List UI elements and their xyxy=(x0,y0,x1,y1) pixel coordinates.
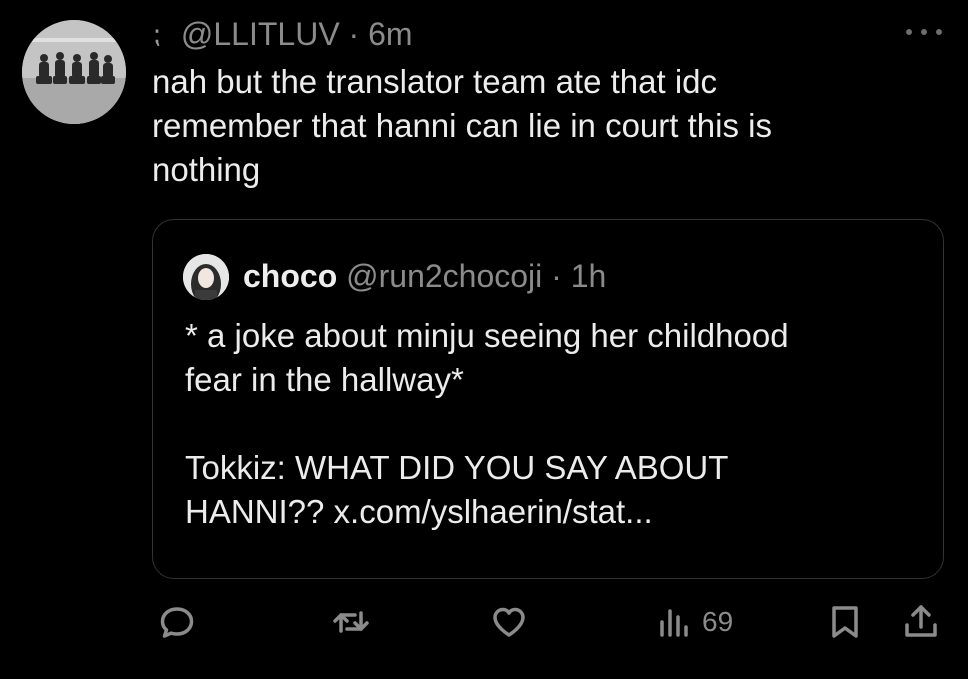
views-icon xyxy=(660,609,688,637)
views-count: 69 xyxy=(702,606,734,637)
quote-avatar-photo xyxy=(183,254,229,300)
quote-text-line: * a joke about minju seeing her childhoo… xyxy=(185,317,789,354)
tweet-text-line: nothing xyxy=(152,151,261,188)
author-handle[interactable]: @LLITLUV xyxy=(181,16,340,52)
quote-author-name[interactable]: choco xyxy=(243,258,337,294)
quote-text: * a joke about minju seeing her childhoo… xyxy=(185,314,925,534)
quote-meta-separator: · xyxy=(551,258,562,294)
retweet-icon xyxy=(333,611,369,633)
tweet-text-line: remember that hanni can lie in court thi… xyxy=(152,107,772,144)
views-button[interactable]: 69 xyxy=(656,600,733,644)
tweet-time[interactable]: 6m xyxy=(368,16,412,52)
quote-text-line[interactable]: HANNI?? x.com/yslhaerin/stat... xyxy=(185,490,925,534)
tweet[interactable]: ⁏ @LLITLUV · 6m nah but the translator t… xyxy=(0,0,968,679)
heart-icon xyxy=(493,607,525,637)
like-button[interactable] xyxy=(487,600,531,644)
avatar-group-photo xyxy=(22,20,126,124)
avatar[interactable] xyxy=(22,20,126,124)
verified-decoration-icon: ⁏ xyxy=(152,19,161,49)
reply-button[interactable] xyxy=(155,600,199,644)
tweet-text-line: nah but the translator team ate that idc xyxy=(152,63,718,100)
tweet-text: nah but the translator team ate that idc… xyxy=(152,60,912,192)
more-dot-icon xyxy=(906,29,912,35)
more-options-button[interactable] xyxy=(906,22,942,42)
bookmark-icon xyxy=(832,606,858,638)
quote-text-line: Tokkiz: WHAT DID YOU SAY ABOUT xyxy=(185,449,729,486)
quote-avatar[interactable] xyxy=(183,254,229,300)
retweet-button[interactable] xyxy=(329,600,373,644)
quoted-tweet[interactable]: choco @run2chocoji · 1h * a joke about m… xyxy=(152,219,944,579)
meta-separator: · xyxy=(348,16,360,52)
quote-time[interactable]: 1h xyxy=(571,258,607,294)
share-icon xyxy=(905,605,937,637)
action-bar: 69 xyxy=(0,600,968,650)
bookmark-button[interactable] xyxy=(827,600,863,644)
quote-header: choco @run2chocoji · 1h xyxy=(243,256,606,296)
share-button[interactable] xyxy=(901,600,941,644)
reply-icon xyxy=(160,607,194,638)
quote-author-handle[interactable]: @run2chocoji xyxy=(346,258,542,294)
quote-text-line: fear in the hallway* xyxy=(185,361,464,398)
quote-text-line xyxy=(185,402,925,446)
more-dot-icon xyxy=(921,29,927,35)
more-dot-icon xyxy=(936,29,942,35)
tweet-header: ⁏ @LLITLUV · 6m xyxy=(152,14,413,54)
